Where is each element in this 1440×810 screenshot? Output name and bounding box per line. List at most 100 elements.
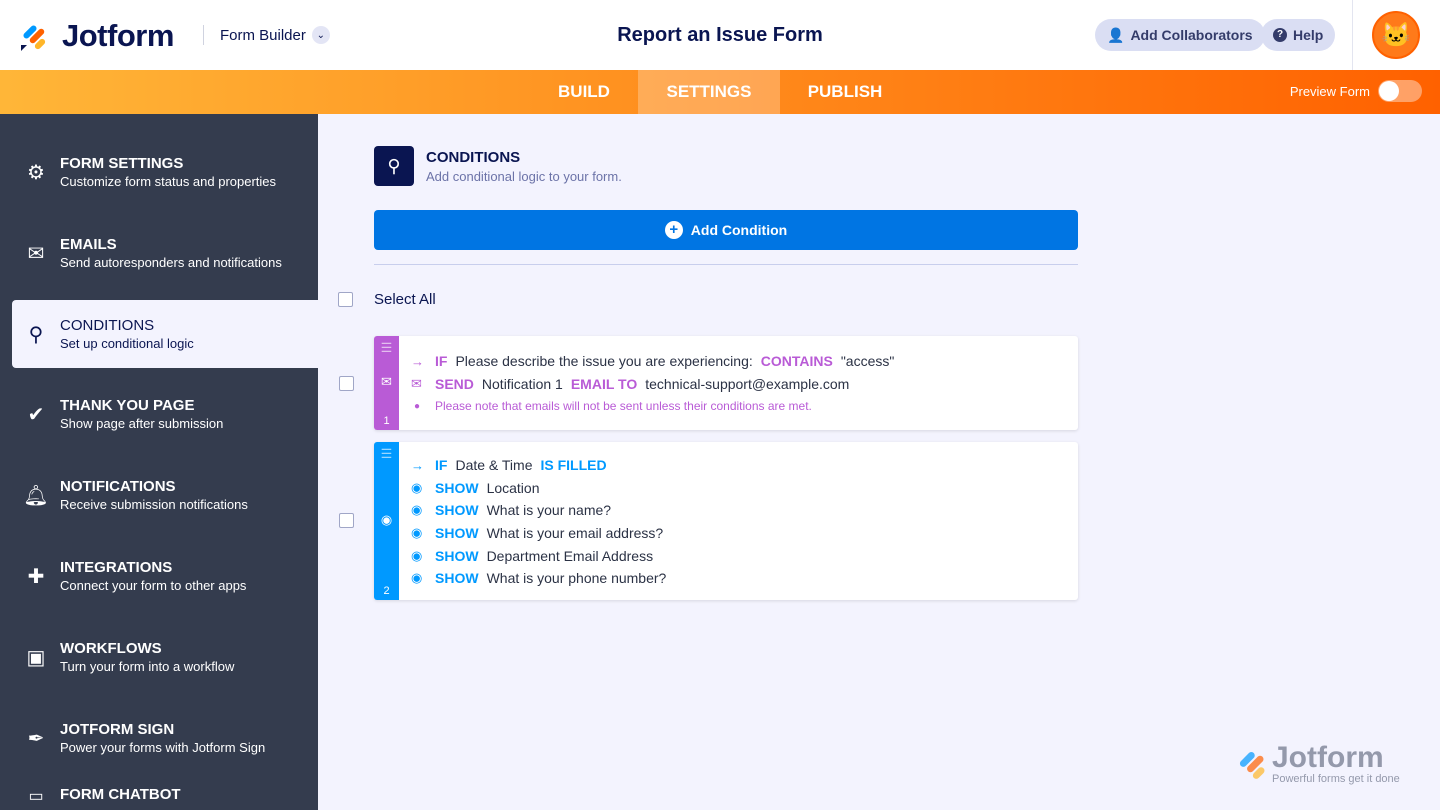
toggle-switch[interactable]	[1378, 80, 1422, 102]
sidebar-item-emails[interactable]: ✉ EMAILS Send autoresponders and notificat…	[12, 219, 318, 287]
item-subtitle: Power your forms with Jotform Sign	[60, 740, 266, 755]
item-title: THANK YOU PAGE	[60, 397, 195, 414]
eye-icon: ◉	[380, 512, 393, 527]
condition-checkbox[interactable]	[339, 376, 354, 391]
form-builder-dropdown[interactable]: Form Builder ⌄	[220, 26, 330, 44]
condition-action-row: ◉ SHOW Department Email Address	[411, 544, 674, 567]
operator: IS FILLED	[540, 457, 607, 474]
sidebar-item-integrations[interactable]: ✚ INTEGRATIONS Connect your form to other …	[12, 542, 318, 610]
preview-form-toggle[interactable]: Preview Form	[1290, 80, 1422, 102]
page-title: CONDITIONS	[426, 148, 521, 166]
value: "access"	[840, 353, 895, 370]
keyword: IF	[435, 353, 448, 370]
help-label: Help	[1293, 27, 1324, 43]
tab-build[interactable]: BUILD	[530, 70, 638, 114]
sidebar-item-jotform-sign[interactable]: ✒ JOTFORM SIGN Power your forms with Jotfo…	[12, 704, 318, 772]
conditions-panel: ⚲ CONDITIONS Add conditional logic to you…	[374, 146, 1078, 265]
plus-icon: +	[664, 221, 683, 239]
item-title: WORKFLOWS	[60, 640, 162, 657]
item-subtitle: Receive submission notifications	[60, 497, 248, 512]
condition-action-row: ✉ SEND Notification 1 EMAIL TO technical-sup…	[411, 373, 902, 396]
sidebar-item-form-settings[interactable]: ⚙ FORM SETTINGS Customize form status and …	[12, 138, 318, 206]
condition-note-row: ● Please note that emails will not be sen…	[411, 395, 902, 418]
divider	[374, 264, 1078, 265]
keyword: SHOW	[435, 502, 479, 519]
select-all-checkbox[interactable]	[338, 292, 353, 307]
field-name: What is your name?	[486, 502, 612, 519]
sidebar-item-conditions[interactable]: ⚲ CONDITIONS Set up conditional logic	[12, 300, 318, 368]
avatar[interactable]: 🐱	[1372, 11, 1420, 59]
item-subtitle: Turn your form into a workflow	[60, 659, 235, 674]
condition-action-row: ◉ SHOW What is your email address?	[411, 522, 674, 545]
condition-if-row: → IF Date & Time IS FILLED	[411, 454, 674, 477]
condition-action-row: ◉ SHOW Location	[411, 477, 674, 500]
brand-name: Jotform	[62, 18, 174, 53]
field-name: Department Email Address	[486, 547, 654, 564]
envelope-icon: ✉	[381, 374, 392, 389]
help-icon: ?	[1273, 28, 1287, 42]
help-button[interactable]: ? Help	[1261, 19, 1336, 51]
condition-action-row: ◉ SHOW What is your name?	[411, 499, 674, 522]
divider	[203, 25, 204, 45]
tab-settings[interactable]: SETTINGS	[638, 70, 780, 114]
puzzle-icon: ✚	[27, 565, 45, 588]
keyword: SHOW	[435, 570, 479, 587]
operator: CONTAINS	[760, 353, 833, 370]
keyword: SHOW	[435, 479, 479, 496]
jotform-logo[interactable]: Jotform	[20, 18, 174, 54]
item-title: NOTIFICATIONS	[60, 478, 176, 495]
divider	[1352, 0, 1353, 70]
item-title: FORM CHATBOT	[60, 786, 181, 803]
condition-checkbox[interactable]	[339, 513, 354, 528]
item-subtitle: Send autoresponders and notifications	[60, 255, 282, 270]
value: technical-support@example.com	[645, 375, 850, 392]
condition-card[interactable]: ☰ ✉ 1 → IF Please describe the issue you a…	[374, 336, 1078, 430]
chevron-down-icon: ⌄	[311, 26, 330, 44]
field-name: Notification 1	[481, 375, 563, 392]
jotform-logo-icon	[21, 25, 46, 51]
condition-if-row: → IF Please describe the issue you are exp…	[411, 350, 902, 373]
item-title: INTEGRATIONS	[60, 559, 173, 576]
workflow-icon: ▣	[26, 646, 46, 669]
field-name: What is your email address?	[486, 525, 664, 542]
drag-handle-icon[interactable]: ☰	[374, 446, 399, 462]
pen-icon: ✒	[27, 727, 45, 750]
envelope-icon: ✉	[411, 375, 422, 391]
top-bar: Jotform Form Builder ⌄ Report an Issue Fo…	[0, 0, 1440, 70]
drag-handle-icon[interactable]: ☰	[374, 340, 399, 356]
condition-type-bar: ☰ ✉ 1	[374, 336, 399, 430]
hierarchy-icon: ⚲	[28, 323, 44, 346]
field-name: Please describe the issue you are experi…	[455, 353, 753, 370]
keyword: SEND	[435, 375, 474, 392]
eye-icon: ◉	[411, 525, 423, 541]
keyword: SHOW	[435, 525, 479, 542]
bell-icon: 🔔︎	[23, 484, 49, 507]
sidebar-item-thank-you-page[interactable]: ✔ THANK YOU PAGE Show page after submissio…	[12, 380, 318, 448]
main-nav: BUILD SETTINGS PUBLISH Preview Form	[0, 70, 1440, 114]
item-subtitle: Show page after submission	[60, 416, 224, 431]
sidebar-item-workflows[interactable]: ▣ WORKFLOWS Turn your form into a workflow	[12, 623, 318, 691]
item-subtitle: Connect your form to other apps	[60, 578, 247, 593]
sidebar-item-notifications[interactable]: 🔔︎ NOTIFICATIONS Receive submission notifi…	[12, 461, 318, 529]
user-icon: 👤	[1107, 26, 1125, 43]
conditions-header: ⚲ CONDITIONS Add conditional logic to you…	[374, 146, 1078, 186]
add-condition-button[interactable]: + Add Condition	[374, 210, 1078, 250]
condition-card[interactable]: ☰ ◉ 2 → IF Date & Time IS FILLED ◉ SHOW Locat…	[374, 442, 1078, 600]
arrow-right-icon: →	[411, 353, 424, 369]
settings-sidebar: ⚙ FORM SETTINGS Customize form status and …	[0, 114, 318, 810]
item-title: EMAILS	[60, 236, 117, 253]
envelope-icon: ✉	[27, 242, 45, 265]
tab-publish[interactable]: PUBLISH	[780, 70, 910, 114]
add-collaborators-button[interactable]: 👤 Add Collaborators	[1095, 19, 1265, 51]
jotform-logo-icon	[1239, 752, 1265, 779]
preview-label: Preview Form	[1289, 83, 1370, 99]
sidebar-item-form-chatbot[interactable]: ▭ FORM CHATBOT	[12, 786, 318, 808]
check-circle-icon: ✔	[27, 403, 45, 426]
arrow-right-icon: →	[411, 457, 424, 473]
product-label: Form Builder	[220, 26, 306, 44]
eye-icon: ◉	[411, 547, 423, 563]
select-all-label[interactable]: Select All	[374, 291, 436, 308]
item-subtitle: Set up conditional logic	[60, 336, 194, 351]
field-name: Location	[486, 479, 540, 496]
gear-icon: ⚙	[27, 161, 45, 184]
